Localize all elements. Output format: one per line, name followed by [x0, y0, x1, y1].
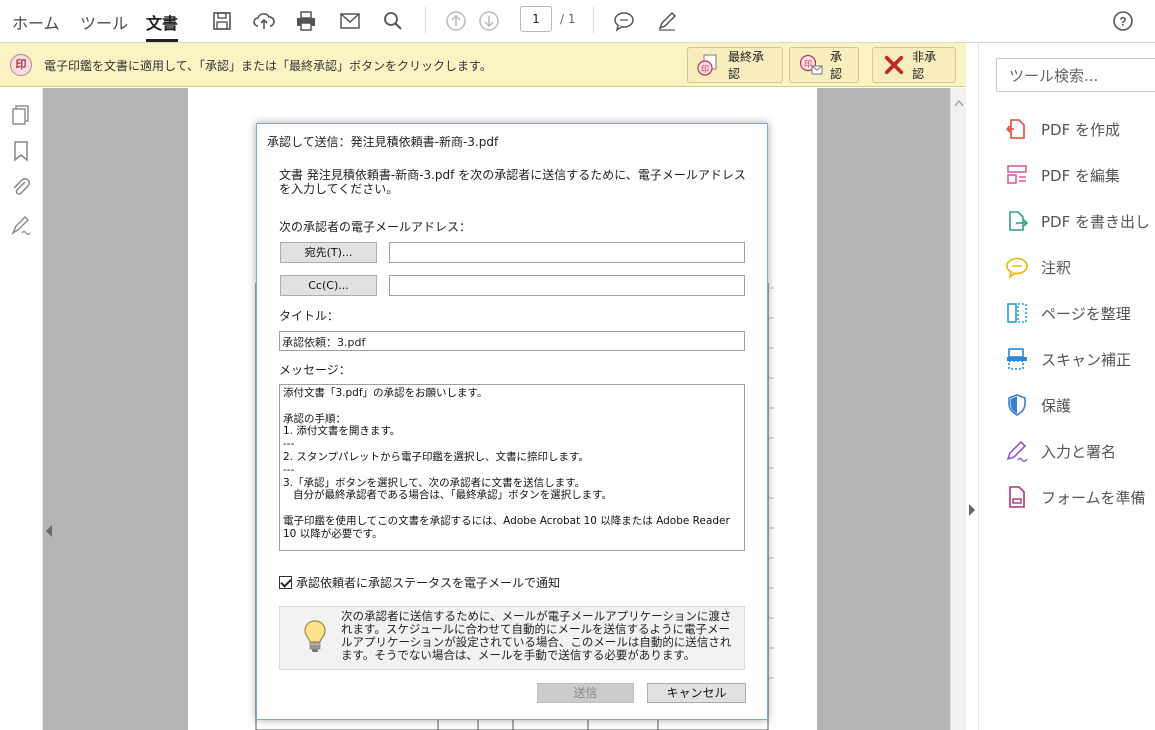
page-total: / 1	[560, 12, 576, 26]
notification-message: 電子印鑑を文書に適用して、「承認」または「最終承認」ボタンをクリックします。	[44, 59, 492, 73]
tool-label: 保護	[1041, 396, 1072, 415]
dialog-title: 承認して送信：発注見積依頼書-新商-3.pdf	[267, 135, 499, 149]
approve-stamp-icon: 印	[798, 53, 824, 77]
reject-label: 非承認	[912, 50, 937, 81]
signatures-icon[interactable]	[10, 214, 32, 236]
scan-enhance-icon	[1005, 347, 1029, 371]
send-for-approval-dialog: 承認して送信：発注見積依頼書-新商-3.pdf 文書 発注見積依頼書-新商-3.…	[256, 123, 768, 720]
lightbulb-icon	[304, 620, 326, 652]
tool-label: フォームを準備	[1041, 488, 1146, 507]
tool-label: 入力と署名	[1041, 442, 1117, 461]
tool-label: PDF を書き出し	[1041, 212, 1150, 231]
save-icon[interactable]	[209, 8, 235, 34]
collapse-left-pane-arrow[interactable]	[46, 525, 52, 537]
reject-button[interactable]: 非承認	[872, 47, 956, 83]
export-pdf-icon	[1005, 209, 1029, 233]
final-approve-button[interactable]: 印 最終承認	[687, 47, 783, 83]
email-label: 次の承認者の電子メールアドレス：	[279, 220, 472, 234]
tools-pane: ツール検索... PDF を作成 PDF を編集 PDF を書き出し 注釈 ペー…	[978, 43, 1155, 730]
attachments-icon[interactable]	[10, 176, 32, 198]
comment-tool-icon	[1005, 255, 1029, 279]
tool-label: ページを整理	[1041, 304, 1131, 323]
final-approve-stamp-icon: 印	[696, 53, 722, 77]
info-text: 次の承認者に送信するために、メールが電子メールアプリケーションに渡されます。スケ…	[341, 609, 732, 662]
tab-tools[interactable]: ツール	[80, 10, 128, 42]
notify-checkbox[interactable]	[279, 576, 292, 589]
info-box: 次の承認者に送信するために、メールが電子メールアプリケーションに渡されます。スケ…	[279, 606, 745, 670]
prepare-form-icon	[1005, 485, 1029, 509]
create-pdf-icon	[1005, 117, 1029, 141]
approve-button[interactable]: 印 承認	[789, 47, 859, 83]
page-down-icon[interactable]	[476, 8, 502, 34]
tool-label: PDF を作成	[1041, 120, 1120, 139]
title-label: タイトル：	[279, 309, 340, 323]
reject-x-icon	[881, 53, 906, 77]
pen-icon[interactable]	[654, 8, 680, 34]
email-icon[interactable]	[337, 8, 363, 34]
tool-fill-sign[interactable]: 入力と署名	[1005, 437, 1116, 465]
help-icon[interactable]: ?	[1110, 8, 1136, 34]
print-icon[interactable]	[293, 8, 319, 34]
tool-label: PDF を編集	[1041, 166, 1120, 185]
tool-search-input[interactable]: ツール検索...	[996, 58, 1155, 92]
tab-home[interactable]: ホーム	[12, 10, 60, 42]
fill-sign-icon	[1005, 439, 1029, 463]
svg-text:印: 印	[804, 60, 812, 69]
comment-icon[interactable]	[611, 8, 637, 34]
tool-scan-enhance[interactable]: スキャン補正	[1005, 345, 1131, 373]
organize-pages-icon	[1005, 301, 1029, 325]
edit-pdf-icon	[1005, 163, 1029, 187]
page-up-icon[interactable]	[443, 8, 469, 34]
message-label: メッセージ：	[279, 363, 351, 377]
stamp-icon: 印	[10, 54, 32, 76]
to-email-input[interactable]	[389, 242, 745, 263]
message-textarea[interactable]: 添付文書「3.pdf」の承認をお願いします。 承認の手順： 1. 添付文書を開き…	[279, 384, 745, 551]
to-button[interactable]: 宛先(T)...	[280, 242, 377, 263]
tool-edit-pdf[interactable]: PDF を編集	[1005, 161, 1120, 189]
page-number-input[interactable]: 1	[520, 6, 552, 32]
top-toolbar: ホーム ツール 文書 1 / 1 ?	[0, 0, 1155, 43]
dialog-description: 文書 発注見積依頼書-新商-3.pdf を次の承認者に送信するために、電子メール…	[279, 168, 746, 196]
notify-label: 承認依頼者に承認ステータスを電子メールで通知	[296, 576, 561, 590]
tool-export-pdf[interactable]: PDF を書き出し	[1005, 207, 1150, 235]
protect-icon	[1005, 393, 1029, 417]
cc-button[interactable]: Cc(C)...	[280, 275, 377, 296]
tool-organize-pages[interactable]: ページを整理	[1005, 299, 1131, 327]
search-icon[interactable]	[380, 8, 406, 34]
upload-icon[interactable]	[251, 8, 277, 34]
tool-label: スキャン補正	[1041, 350, 1132, 369]
tool-create-pdf[interactable]: PDF を作成	[1005, 115, 1120, 143]
approval-notification-bar: 印 電子印鑑を文書に適用して、「承認」または「最終承認」ボタンをクリックします。…	[0, 43, 966, 87]
tab-document[interactable]: 文書	[146, 10, 179, 42]
cc-email-input[interactable]	[389, 275, 745, 296]
bookmarks-icon[interactable]	[10, 140, 32, 162]
collapse-right-pane-arrow[interactable]	[969, 504, 975, 516]
approve-label: 承認	[830, 50, 843, 81]
notify-checkbox-row[interactable]: 承認依頼者に承認ステータスを電子メールで通知	[279, 574, 560, 591]
tool-protect[interactable]: 保護	[1005, 391, 1071, 419]
title-input[interactable]: 承認依頼：3.pdf	[279, 331, 745, 351]
tool-prepare-form[interactable]: フォームを準備	[1005, 483, 1146, 511]
cancel-button[interactable]: キャンセル	[647, 683, 746, 703]
page-thumbnails-icon[interactable]	[10, 104, 32, 126]
final-approve-label: 最終承認	[728, 50, 765, 81]
svg-text:?: ?	[1119, 15, 1126, 29]
left-navigation-pane	[0, 88, 43, 730]
tool-label: 注釈	[1041, 258, 1072, 277]
tool-comment[interactable]: 注釈	[1005, 253, 1071, 281]
vertical-scrollbar[interactable]	[950, 88, 966, 730]
send-button[interactable]: 送信	[537, 683, 634, 703]
svg-text:印: 印	[701, 65, 709, 74]
